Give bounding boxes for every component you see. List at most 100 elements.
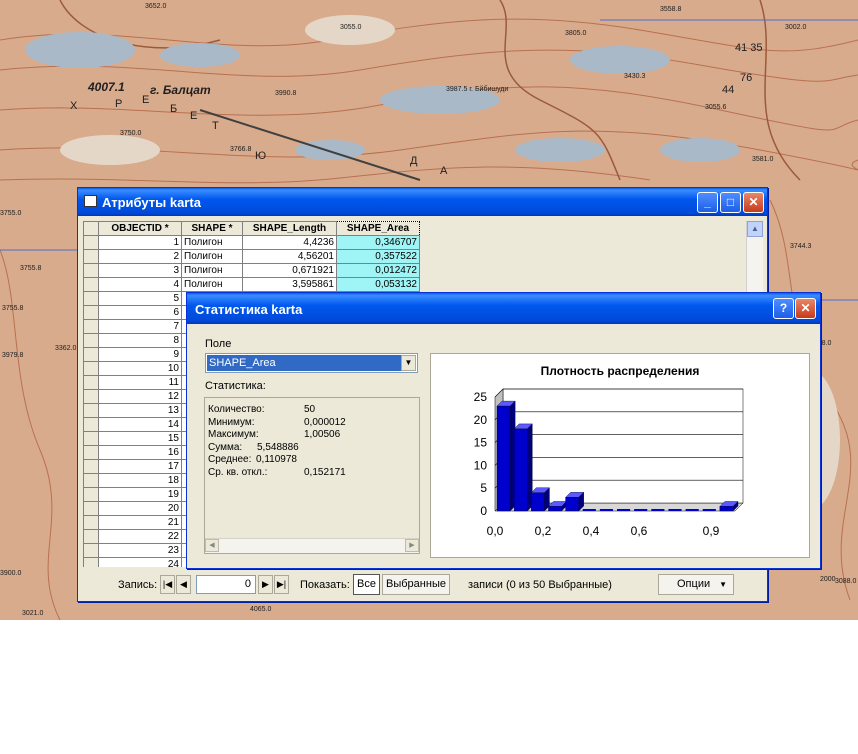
row-selector[interactable] <box>83 515 99 530</box>
table-cell[interactable]: 4,56201 <box>242 249 337 264</box>
table-cell[interactable]: Полигон <box>181 263 243 278</box>
row-selector[interactable] <box>83 375 99 390</box>
scroll-up-icon[interactable]: ▲ <box>747 221 763 237</box>
field-dropdown[interactable]: SHAPE_Area ▼ <box>205 353 418 373</box>
table-cell[interactable]: 3 <box>98 263 182 278</box>
show-selected-button[interactable]: Выбранные <box>382 574 450 595</box>
minimize-button[interactable]: _ <box>697 192 718 213</box>
chart-bar <box>565 497 579 512</box>
row-selector[interactable] <box>83 543 99 558</box>
map-label: 3987.5 г. Бйбишуди <box>446 86 509 93</box>
column-header[interactable]: SHAPE_Length <box>242 221 337 236</box>
table-cell[interactable]: 0,357522 <box>336 249 420 264</box>
table-cell[interactable]: 18 <box>98 473 182 488</box>
table-cell[interactable]: 1 <box>98 235 182 250</box>
row-selector[interactable] <box>83 445 99 460</box>
chevron-down-icon[interactable]: ▼ <box>401 355 416 371</box>
stat-label: Среднее: <box>208 454 252 465</box>
table-cell[interactable]: 19 <box>98 487 182 502</box>
column-header[interactable]: SHAPE * <box>181 221 243 236</box>
maximize-button[interactable]: □ <box>720 192 741 213</box>
scroll-left-icon[interactable]: ◀ <box>205 539 219 552</box>
row-selector-header[interactable] <box>83 221 99 236</box>
row-selector[interactable] <box>83 263 99 278</box>
table-row[interactable]: 2 Полигон 4,56201 0,357522 <box>83 249 420 264</box>
table-cell[interactable]: 13 <box>98 403 182 418</box>
show-all-button[interactable]: Все <box>353 574 380 595</box>
chart-bar <box>531 492 545 512</box>
statistics-title-bar[interactable]: Статистика karta ? ✕ <box>187 293 820 324</box>
table-cell[interactable]: Полигон <box>181 235 243 250</box>
map-label: Х <box>70 100 78 112</box>
next-record-button[interactable]: ▶ <box>258 575 273 594</box>
row-selector[interactable] <box>83 501 99 516</box>
table-cell[interactable]: 5 <box>98 291 182 306</box>
row-selector[interactable] <box>83 235 99 250</box>
table-cell[interactable]: 0,346707 <box>336 235 420 250</box>
table-cell[interactable]: 2 <box>98 249 182 264</box>
map-label: 76 <box>740 72 753 84</box>
row-selector[interactable] <box>83 417 99 432</box>
attributes-title-bar[interactable]: Атрибуты karta _ □ ✕ <box>78 188 767 216</box>
table-cell[interactable]: 9 <box>98 347 182 362</box>
table-cell[interactable]: 11 <box>98 375 182 390</box>
table-row[interactable]: 1 Полигон 4,4236 0,346707 <box>83 235 420 250</box>
row-selector[interactable] <box>83 361 99 376</box>
help-button[interactable]: ? <box>773 298 794 319</box>
x-tick-label: 0,9 <box>703 524 720 538</box>
row-selector[interactable] <box>83 277 99 292</box>
table-cell[interactable]: 0,012472 <box>336 263 420 278</box>
table-row[interactable]: 4 Полигон 3,595861 0,053132 <box>83 277 420 292</box>
row-selector[interactable] <box>83 305 99 320</box>
row-selector[interactable] <box>83 529 99 544</box>
row-selector[interactable] <box>83 473 99 488</box>
table-cell[interactable]: Полигон <box>181 277 243 292</box>
table-cell[interactable]: 0,671921 <box>242 263 337 278</box>
row-selector[interactable] <box>83 333 99 348</box>
close-button[interactable]: ✕ <box>795 298 816 319</box>
table-cell[interactable]: Полигон <box>181 249 243 264</box>
table-cell[interactable]: 22 <box>98 529 182 544</box>
horizontal-scrollbar[interactable]: ◀ ▶ <box>205 538 419 553</box>
table-cell[interactable]: 17 <box>98 459 182 474</box>
table-cell[interactable]: 6 <box>98 305 182 320</box>
stat-value: 0,152171 <box>304 467 346 478</box>
row-selector[interactable] <box>83 403 99 418</box>
table-cell[interactable]: 15 <box>98 431 182 446</box>
options-button[interactable]: Опции ▼ <box>658 574 734 595</box>
chart-bar <box>513 428 528 512</box>
table-cell[interactable]: 3,595861 <box>242 277 337 292</box>
distribution-chart: 0 5 10 15 20 25 0,0 0,2 0,4 0,6 0,9 <box>474 388 744 538</box>
row-selector[interactable] <box>83 459 99 474</box>
table-cell[interactable]: 20 <box>98 501 182 516</box>
row-selector[interactable] <box>83 319 99 334</box>
row-selector[interactable] <box>83 347 99 362</box>
row-selector[interactable] <box>83 431 99 446</box>
column-header[interactable]: OBJECTID * <box>98 221 182 236</box>
table-cell[interactable]: 0,053132 <box>336 277 420 292</box>
map-label: Ю <box>255 150 267 162</box>
column-header[interactable]: SHAPE_Area <box>336 221 420 236</box>
row-selector[interactable] <box>83 249 99 264</box>
row-selector[interactable] <box>83 291 99 306</box>
table-cell[interactable]: 21 <box>98 515 182 530</box>
scroll-right-icon[interactable]: ▶ <box>405 539 419 552</box>
record-input[interactable]: 0 <box>196 575 256 594</box>
table-cell[interactable]: 7 <box>98 319 182 334</box>
first-record-button[interactable]: |◀ <box>160 575 175 594</box>
prev-record-button[interactable]: ◀ <box>176 575 191 594</box>
table-cell[interactable]: 14 <box>98 417 182 432</box>
table-cell[interactable]: 16 <box>98 445 182 460</box>
table-cell[interactable]: 12 <box>98 389 182 404</box>
table-cell[interactable]: 4 <box>98 277 182 292</box>
table-cell[interactable]: 23 <box>98 543 182 558</box>
row-selector[interactable] <box>83 389 99 404</box>
table-cell[interactable]: 8 <box>98 333 182 348</box>
table-cell[interactable]: 10 <box>98 361 182 376</box>
last-record-button[interactable]: ▶| <box>274 575 289 594</box>
table-cell[interactable]: 4,4236 <box>242 235 337 250</box>
close-button[interactable]: ✕ <box>743 192 764 213</box>
table-row[interactable]: 3 Полигон 0,671921 0,012472 <box>83 263 420 278</box>
row-selector[interactable] <box>83 487 99 502</box>
statistics-dialog[interactable]: Статистика karta ? ✕ Поле SHAPE_Area ▼ С… <box>186 292 821 569</box>
